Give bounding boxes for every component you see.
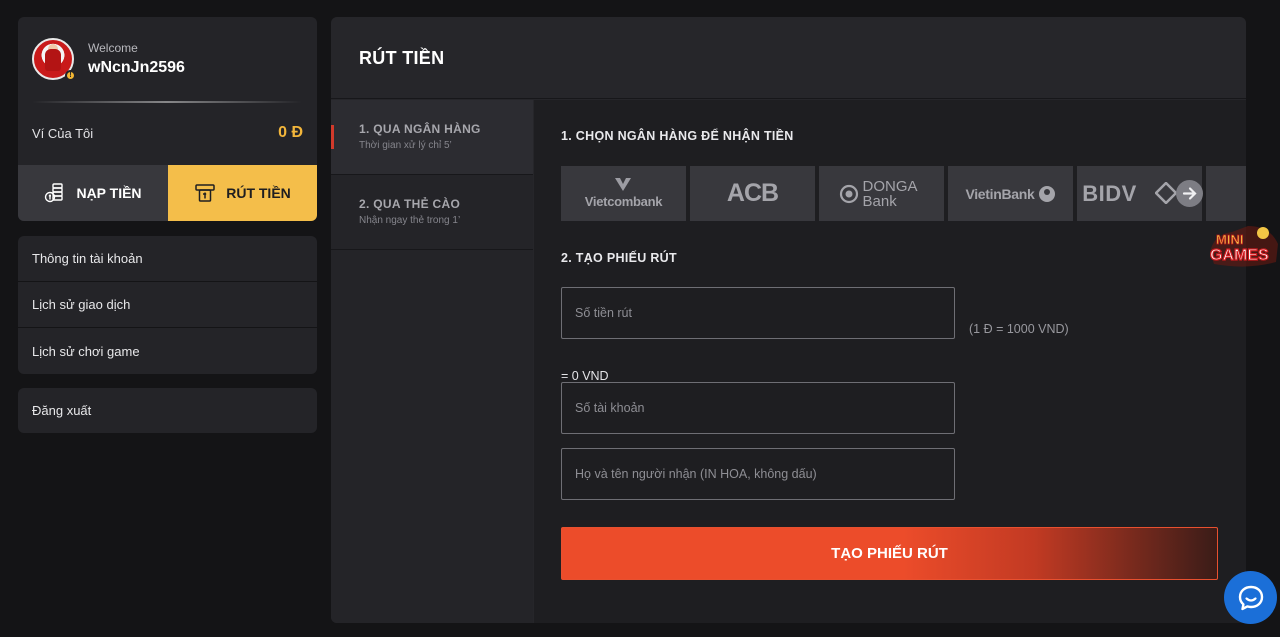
wallet-label: Ví Của Tôi — [32, 126, 94, 141]
withdraw-form-area: 1. CHỌN NGÂN HÀNG ĐỂ NHẬN TIỀN Vietcomba… — [534, 100, 1246, 623]
profile-divider — [32, 101, 302, 103]
recipient-name-input[interactable] — [561, 448, 955, 500]
donga-mark-icon — [839, 184, 858, 203]
active-indicator — [331, 125, 334, 149]
deposit-label: NẠP TIỀN — [76, 185, 142, 201]
method-tab-card[interactable]: 2. QUA THẺ CÀO Nhận ngay thẻ trong 1’ — [331, 175, 533, 250]
converted-amount: = 0 VND — [561, 369, 609, 383]
menu-item-game-history[interactable]: Lịch sử chơi game — [18, 328, 317, 374]
bank-section-title: 1. CHỌN NGÂN HÀNG ĐỂ NHẬN TIỀN — [561, 129, 794, 143]
method-subtitle: Nhận ngay thẻ trong 1’ — [359, 215, 461, 226]
withdraw-method-list: 1. QUA NGÂN HÀNG Thời gian xử lý chỉ 5’ … — [331, 100, 533, 623]
vietcombank-logo: Vietcombank — [585, 176, 662, 211]
withdraw-button[interactable]: RÚT TIỀN — [168, 165, 317, 221]
deposit-button[interactable]: NẠP TIỀN — [18, 165, 168, 221]
welcome-text: Welcome — [88, 41, 138, 55]
bank-name: DONGA Bank — [862, 177, 917, 210]
bank-option-vietcombank[interactable]: Vietcombank — [561, 166, 686, 221]
profile-card: ! Welcome wNcnJn2596 Ví Của Tôi 0 Đ NẠP … — [18, 17, 317, 221]
account-number-input[interactable] — [561, 382, 955, 434]
withdraw-label: RÚT TIỀN — [226, 185, 291, 201]
avatar-figure — [45, 49, 61, 71]
bank-name: ACB — [726, 179, 779, 207]
chat-icon — [1238, 585, 1263, 610]
bidv-mark-icon — [1155, 182, 1177, 204]
menu-item-transaction-history[interactable]: Lịch sử giao dịch — [18, 282, 317, 328]
atm-withdraw-icon — [195, 184, 215, 202]
avatar-badge-icon: ! — [65, 70, 76, 81]
bank-option-vietinbank[interactable]: VietinBank — [948, 166, 1073, 221]
svg-text:MINI: MINI — [1216, 232, 1243, 247]
method-title: 2. QUA THẺ CÀO — [359, 197, 461, 211]
bank-carousel: Vietcombank ACB DONGA Bank VietinBank BI… — [561, 166, 1246, 222]
method-subtitle: Thời gian xử lý chỉ 5’ — [359, 140, 452, 151]
bank-name: VietinBank — [965, 185, 1035, 202]
arrow-right-icon — [1182, 187, 1197, 200]
mini-games-logo[interactable]: MINI GAMES — [1208, 222, 1280, 270]
account-menu: Thông tin tài khoản Lịch sử giao dịch Lị… — [18, 236, 317, 374]
wallet-balance: 0 Đ — [278, 124, 303, 141]
create-withdraw-slip-button[interactable]: TẠO PHIẾU RÚT — [561, 527, 1218, 580]
menu-item-account-info[interactable]: Thông tin tài khoản — [18, 236, 317, 282]
username: wNcnJn2596 — [88, 59, 185, 76]
live-chat-button[interactable] — [1224, 571, 1277, 624]
avatar[interactable]: ! — [32, 38, 76, 81]
method-tab-bank[interactable]: 1. QUA NGÂN HÀNG Thời gian xử lý chỉ 5’ — [331, 100, 533, 175]
method-title: 1. QUA NGÂN HÀNG — [359, 122, 481, 136]
bank-name: BIDV — [1082, 180, 1137, 206]
coins-icon — [45, 183, 64, 203]
vietinbank-mark-icon — [1038, 185, 1055, 202]
bank-option-donga[interactable]: DONGA Bank — [819, 166, 944, 221]
bank-option-acb[interactable]: ACB — [690, 166, 815, 221]
bank-carousel-next-button[interactable] — [1176, 180, 1203, 207]
form-section-title: 2. TẠO PHIẾU RÚT — [561, 251, 677, 265]
svg-text:GAMES: GAMES — [1210, 247, 1269, 264]
page-title: RÚT TIỀN — [359, 48, 445, 68]
panel-header: RÚT TIỀN — [331, 17, 1246, 99]
withdraw-amount-input[interactable] — [561, 287, 955, 339]
logout-button[interactable]: Đăng xuất — [18, 388, 317, 433]
withdraw-panel: RÚT TIỀN 1. QUA NGÂN HÀNG Thời gian xử l… — [331, 17, 1246, 623]
bank-option-partial[interactable] — [1206, 166, 1246, 221]
bank-name: Vietcombank — [584, 194, 663, 209]
vietcombank-mark-icon — [615, 178, 632, 191]
exchange-rate-note: (1 Đ = 1000 VND) — [969, 322, 1069, 336]
